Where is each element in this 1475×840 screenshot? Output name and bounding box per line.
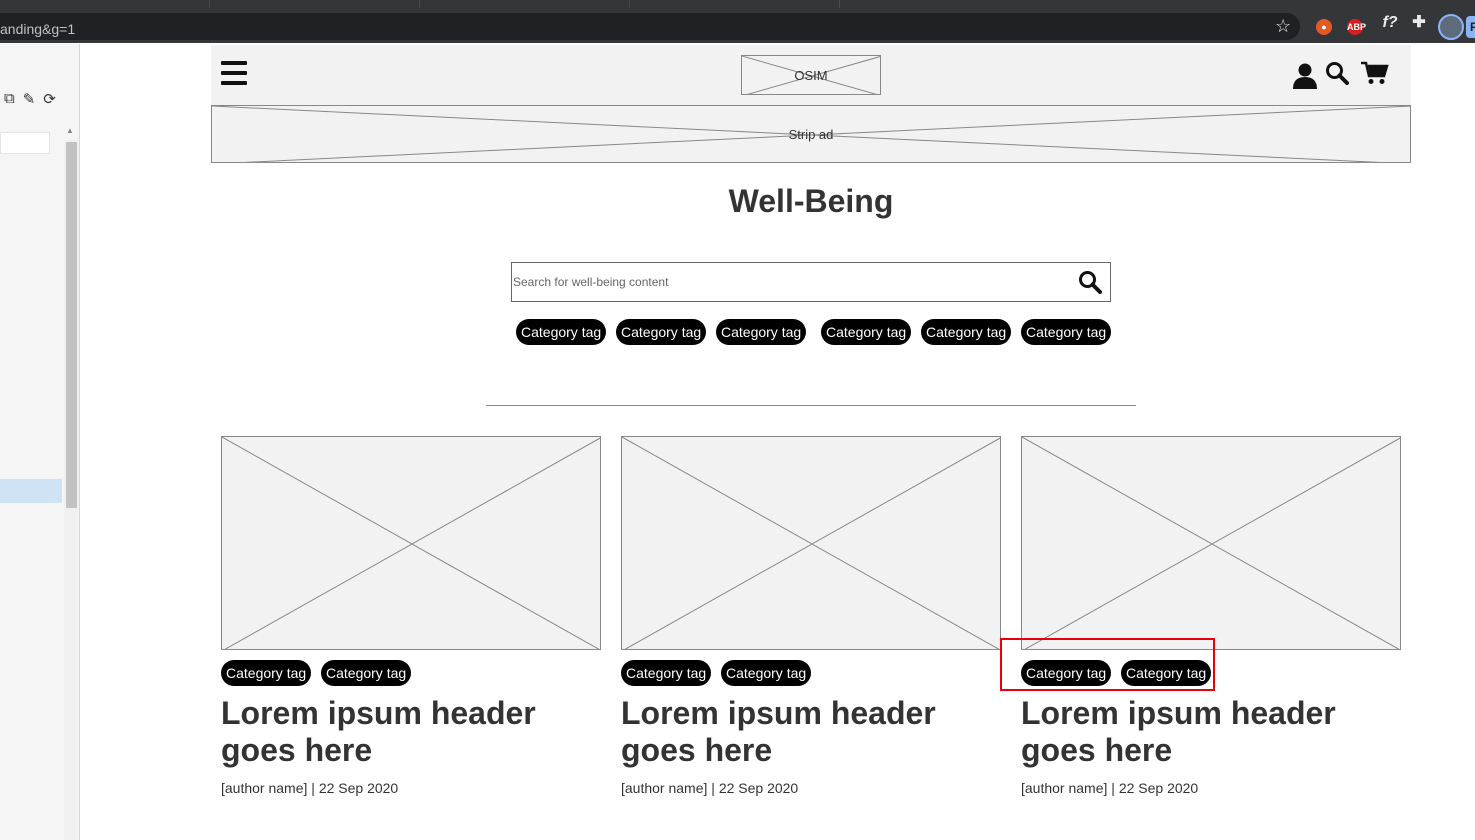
article-title[interactable]: Lorem ipsum header goes here	[621, 695, 1001, 769]
category-tag[interactable]: Category tag	[921, 319, 1011, 345]
hamburger-menu-icon[interactable]	[221, 61, 247, 87]
cart-icon[interactable]	[1361, 61, 1389, 85]
meta-separator: |	[311, 780, 315, 796]
article-image-placeholder[interactable]	[621, 436, 1001, 650]
card-category-tag[interactable]: Category tag	[321, 660, 411, 686]
font-finder-icon[interactable]: f?	[1380, 15, 1400, 31]
publish-date: 22 Sep 2020	[1118, 780, 1199, 796]
profile-avatar[interactable]	[1438, 14, 1464, 40]
panel-filter-input[interactable]	[0, 132, 50, 154]
card-category-tag[interactable]: Category tag	[721, 660, 811, 686]
puzzle-icon[interactable]: ✚	[1411, 15, 1427, 31]
bookmark-star-icon[interactable]: ☆	[1275, 16, 1291, 37]
logo-placeholder[interactable]: OSIM	[741, 55, 881, 95]
search-input[interactable]	[512, 263, 1072, 301]
article-meta: [author name] | 22 Sep 2020	[621, 780, 798, 796]
article-title[interactable]: Lorem ipsum header goes here	[221, 695, 601, 769]
placeholder-cross-icon	[622, 437, 1000, 649]
search-bar	[511, 262, 1111, 302]
user-icon[interactable]	[1292, 63, 1318, 89]
search-button-icon[interactable]	[1078, 270, 1102, 294]
browser-tab-strip	[0, 0, 1475, 10]
article-meta: [author name] | 22 Sep 2020	[1021, 780, 1198, 796]
article-image-placeholder[interactable]	[221, 436, 601, 650]
logo-text: OSIM	[794, 68, 828, 83]
layout-icon[interactable]: ⧉	[4, 90, 15, 108]
card-category-tag[interactable]: Category tag	[621, 660, 711, 686]
search-icon[interactable]	[1325, 61, 1349, 85]
article-meta: [author name] | 22 Sep 2020	[221, 780, 398, 796]
publish-date: 22 Sep 2020	[718, 780, 799, 796]
category-tag[interactable]: Category tag	[616, 319, 706, 345]
browser-tab[interactable]	[0, 0, 210, 8]
section-divider	[486, 405, 1136, 406]
card-category-tag[interactable]: Category tag	[221, 660, 311, 686]
meta-separator: |	[1111, 780, 1115, 796]
category-tag[interactable]: Category tag	[821, 319, 911, 345]
editor-toolbar: ⧉ ✎ ⟳	[4, 90, 56, 108]
adblock-plus-icon[interactable]: ABP	[1347, 19, 1366, 35]
publish-date: 22 Sep 2020	[318, 780, 399, 796]
author-name[interactable]: [author name]	[1021, 780, 1107, 796]
strip-ad-label: Strip ad	[788, 127, 834, 142]
address-bar[interactable]: anding&g=1	[0, 13, 1300, 40]
article-image-placeholder[interactable]	[1021, 436, 1401, 650]
panel-selected-item[interactable]	[0, 479, 62, 503]
profile-button[interactable]: P	[1466, 16, 1475, 38]
browser-tab[interactable]	[420, 0, 630, 8]
meta-separator: |	[711, 780, 715, 796]
url-text: anding&g=1	[0, 21, 76, 37]
editor-side-panel: ⧉ ✎ ⟳ ▲	[0, 44, 80, 840]
category-tag[interactable]: Category tag	[516, 319, 606, 345]
lasso-icon[interactable]: ⟳	[43, 90, 56, 108]
category-tag[interactable]: Category tag	[1021, 319, 1111, 345]
article-title[interactable]: Lorem ipsum header goes here	[1021, 695, 1401, 769]
strip-ad-placeholder[interactable]: Strip ad	[211, 105, 1411, 163]
browser-tab[interactable]	[630, 0, 840, 8]
panel-scrollbar-thumb[interactable]	[66, 142, 77, 508]
browser-tabs	[0, 0, 1475, 10]
category-tag[interactable]: Category tag	[716, 319, 806, 345]
scroll-up-icon[interactable]: ▲	[66, 126, 74, 135]
site-header: OSIM	[211, 45, 1411, 105]
author-name[interactable]: [author name]	[621, 780, 707, 796]
annotation-highlight-box	[1000, 638, 1215, 691]
placeholder-cross-icon	[1022, 437, 1400, 649]
page-title: Well-Being	[728, 183, 894, 219]
browser-toolbar: anding&g=1 ☆ ● ABP f? ✚ P	[0, 10, 1475, 43]
browser-tab[interactable]	[210, 0, 420, 8]
author-name[interactable]: [author name]	[221, 780, 307, 796]
placeholder-cross-icon	[222, 437, 600, 649]
fox-extension-icon[interactable]: ●	[1316, 19, 1332, 35]
edit-image-icon[interactable]: ✎	[23, 90, 36, 108]
